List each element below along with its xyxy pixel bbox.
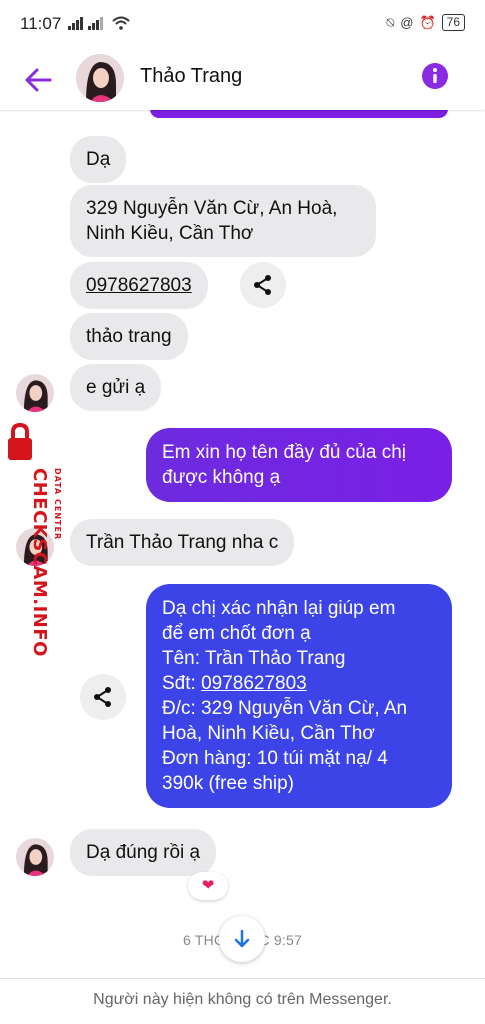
wifi-icon: [112, 16, 130, 30]
message-bubble-incoming[interactable]: 0978627803: [70, 262, 208, 309]
share-icon: [94, 687, 111, 707]
at-icon: @: [400, 15, 414, 30]
battery-indicator: 76: [441, 14, 465, 31]
message-bubble-incoming[interactable]: thảo trang: [70, 313, 188, 360]
unavailable-notice: Người này hiện không có trên Messenger.: [93, 991, 392, 1008]
message-text: Tên: Trần Thảo Trang: [162, 648, 346, 669]
message-bubble-incoming[interactable]: Dạ đúng rồi ạ: [70, 829, 217, 876]
phone-link[interactable]: 0978627803: [86, 275, 192, 296]
message-text: 329 Nguyễn Văn Cừ, An Hoà,: [86, 198, 338, 219]
message-bubble-outgoing[interactable]: [150, 110, 448, 118]
message-bubble-outgoing[interactable]: Em xin họ tên đầy đủ của chị được không …: [146, 428, 452, 502]
alarm-icon: ⏰: [419, 14, 436, 30]
message-text: Trần Thảo Trang nha c: [86, 532, 279, 553]
composer-disabled-notice: Người này hiện không có trên Messenger.: [0, 978, 485, 1024]
message-list[interactable]: Dạ 329 Nguyễn Văn Cừ, An Hoà, Ninh Kiều,…: [0, 110, 485, 978]
watermark-brand: CHECKSCAM.INFO: [29, 468, 50, 657]
message-text: Sđt: 0978627803: [162, 671, 436, 696]
share-icon: [254, 275, 271, 295]
message-text: thảo trang: [86, 326, 172, 347]
status-bar: 11:07 ⍉ @ ⏰ 76: [0, 0, 485, 50]
message-bubble-incoming[interactable]: e gửi ạ: [70, 364, 162, 411]
message-text: Dạ đúng rồi ạ: [86, 842, 201, 863]
message-bubble-outgoing[interactable]: Dạ chị xác nhận lại giúp em để em chốt đ…: [146, 584, 452, 808]
message-text: Đơn hàng: 10 túi mặt nạ/ 4: [162, 748, 388, 769]
lock-icon: [8, 422, 32, 460]
phone-link[interactable]: 0978627803: [201, 673, 307, 694]
arrow-down-icon: [234, 929, 250, 948]
share-button[interactable]: [80, 674, 126, 720]
message-text: Ninh Kiều, Cần Thơ: [86, 223, 254, 244]
arrow-left-icon[interactable]: [20, 62, 56, 98]
vibrate-icon: ⍉: [386, 14, 395, 30]
message-text: Đ/c: 329 Nguyễn Văn Cừ, An: [162, 698, 408, 719]
status-icons: ⍉ @ ⏰ 76: [386, 14, 465, 31]
message-text: để em chốt đơn ạ: [162, 623, 311, 644]
avatar[interactable]: [16, 374, 54, 412]
message-text: Dạ chị xác nhận lại giúp em: [162, 598, 396, 619]
signal-icon: [68, 16, 130, 30]
scroll-down-button[interactable]: [219, 916, 265, 962]
checkscam-watermark: CHECKSCAM.INFO DATA CENTER: [2, 420, 62, 660]
message-text: 390k (free ship): [162, 773, 295, 794]
info-icon[interactable]: [421, 62, 449, 90]
message-bubble-incoming[interactable]: Dạ: [70, 136, 127, 183]
message-text: Em xin họ tên đầy đủ của chị: [162, 442, 406, 463]
message-text: e gửi ạ: [86, 377, 146, 398]
chat-header: Thảo Trang: [0, 50, 485, 110]
message-text: được không ạ: [162, 467, 281, 488]
contact-name[interactable]: Thảo Trang: [140, 65, 242, 88]
avatar[interactable]: [16, 838, 54, 876]
heart-reaction-icon[interactable]: ❤: [188, 872, 228, 900]
status-time: 11:07: [20, 14, 62, 33]
message-bubble-incoming[interactable]: Trần Thảo Trang nha c: [70, 519, 295, 566]
avatar[interactable]: [76, 54, 124, 102]
phone-label: Sđt:: [162, 673, 202, 694]
watermark-tagline: DATA CENTER: [53, 468, 62, 541]
share-button[interactable]: [240, 262, 286, 308]
message-bubble-incoming[interactable]: 329 Nguyễn Văn Cừ, An Hoà, Ninh Kiều, Cầ…: [70, 185, 376, 257]
message-text: Dạ: [86, 149, 111, 170]
message-text: Hoà, Ninh Kiều, Cần Thơ: [162, 723, 375, 744]
